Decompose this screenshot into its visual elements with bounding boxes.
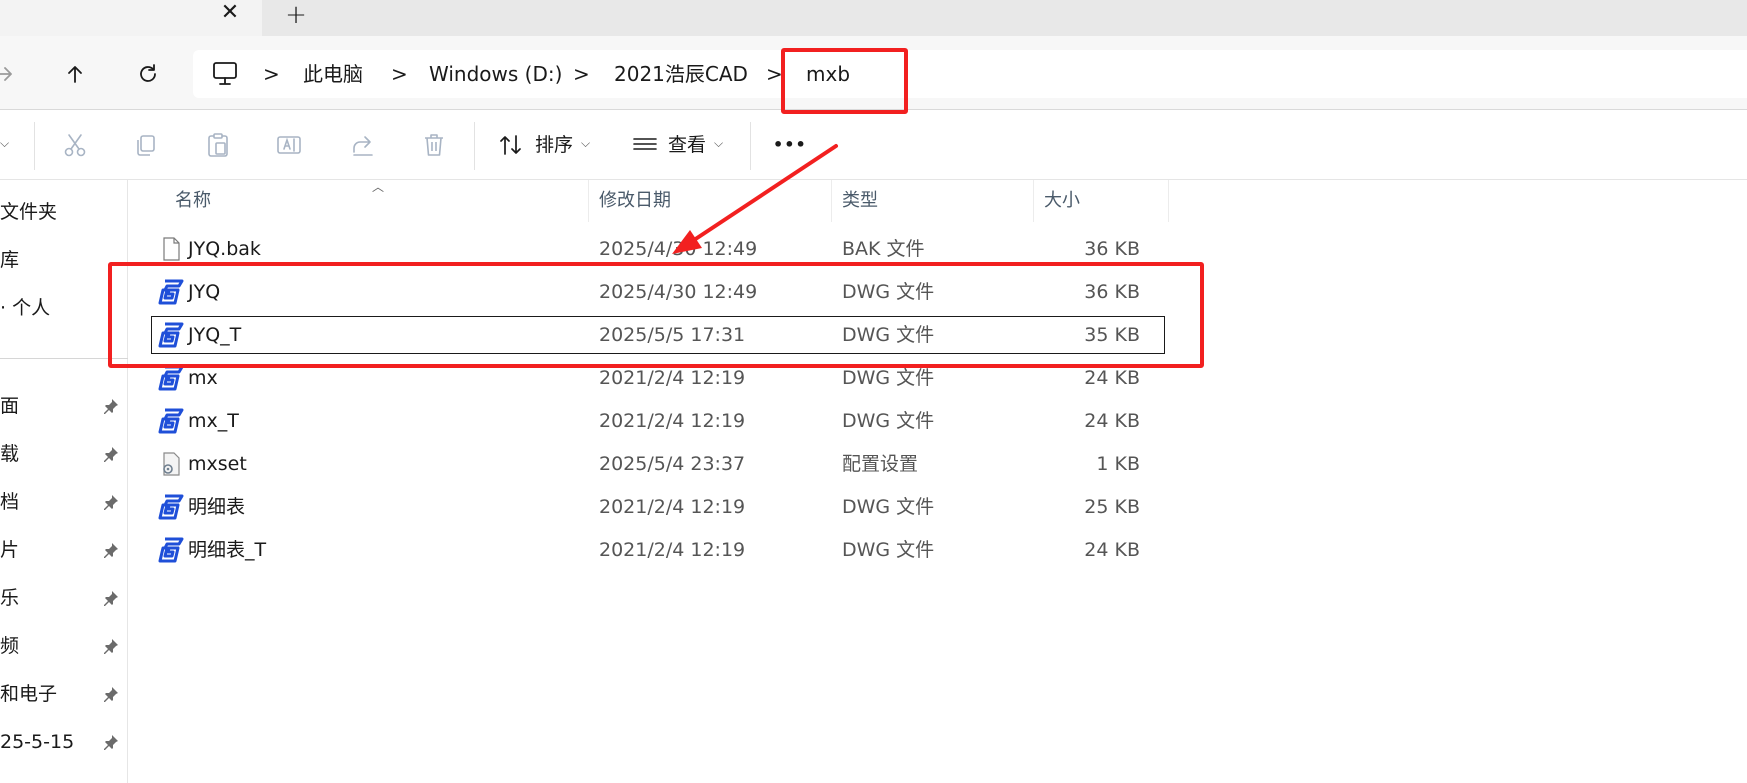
sidebar-item-folders[interactable]: 文件夹 [0, 194, 128, 230]
settings-file-icon [163, 452, 180, 476]
file-size: 1 KB [1096, 453, 1140, 475]
column-header-type[interactable]: 类型 [832, 180, 1034, 222]
copy-icon[interactable] [133, 132, 159, 158]
list-item[interactable]: 明细表_T 2021/2/4 12:19 DWG 文件 24 KB [152, 532, 1164, 568]
sidebar-item-documents[interactable]: 档 [0, 484, 128, 520]
sidebar-item-videos[interactable]: 频 [0, 628, 128, 664]
command-bar: ⌵ 排序 ⌵ 查看 ⌵ ••• [0, 110, 1747, 180]
file-type: DWG 文件 [842, 496, 935, 518]
file-name: mxset [188, 453, 247, 475]
chevron-down-icon[interactable]: ⌵ [714, 136, 723, 151]
file-date: 2021/2/4 12:19 [599, 539, 746, 561]
gstarcad-dwg-icon [158, 537, 184, 563]
gstarcad-dwg-icon [158, 494, 184, 520]
annotation-highlight-files [108, 262, 1204, 368]
refresh-button[interactable] [130, 56, 166, 92]
view-button[interactable]: 查看 [668, 132, 706, 158]
file-name: 明细表_T [188, 539, 267, 561]
file-type: DWG 文件 [842, 539, 935, 561]
sort-button[interactable]: 排序 [535, 132, 573, 158]
gstarcad-dwg-icon [158, 365, 184, 391]
column-header-date[interactable]: 修改日期 [589, 180, 832, 222]
sidebar-item-label: 乐 [0, 587, 20, 609]
toolbar-divider [34, 122, 35, 170]
forward-button[interactable] [0, 56, 22, 92]
address-bar[interactable]: > 此电脑 > Windows (D:) > 2021浩辰CAD > mxb [193, 50, 1747, 98]
sidebar-item-label: 面 [0, 395, 20, 417]
chevron-down-icon[interactable]: ⌵ [581, 136, 590, 151]
pin-icon [104, 399, 118, 414]
breadcrumb-separator[interactable]: > [573, 60, 590, 88]
chevron-down-icon[interactable]: ⌵ [0, 136, 9, 151]
pin-icon [104, 735, 118, 750]
file-date: 2021/2/4 12:19 [599, 496, 746, 518]
sort-ascending-icon: ︿ [372, 180, 385, 194]
gstarcad-dwg-icon [158, 408, 184, 434]
sidebar-item-label: 25-5-15 [0, 731, 75, 753]
tab-strip: ✕ + [0, 0, 1747, 36]
pin-icon [104, 543, 118, 558]
delete-icon[interactable] [421, 132, 447, 158]
breadcrumb-gstarcad-folder[interactable]: 2021浩辰CAD [614, 60, 748, 88]
breadcrumb-drive-d[interactable]: Windows (D:) [429, 60, 562, 88]
sidebar-item-label: 档 [0, 491, 20, 513]
list-item[interactable]: 明细表 2021/2/4 12:19 DWG 文件 25 KB [152, 489, 1164, 525]
file-size: 24 KB [1084, 539, 1140, 561]
annotation-highlight-address [781, 48, 908, 114]
pin-icon [104, 495, 118, 510]
file-date: 2021/2/4 12:19 [599, 410, 746, 432]
sidebar-item-label: 频 [0, 635, 20, 657]
sidebar-item-label: 库 [0, 249, 20, 271]
new-tab-button[interactable]: + [282, 1, 310, 29]
file-type: 配置设置 [842, 453, 919, 475]
sidebar-item-downloads[interactable]: 载 [0, 436, 128, 472]
close-tab-icon[interactable]: ✕ [218, 1, 242, 25]
file-date: 2025/5/4 23:37 [599, 453, 746, 475]
sidebar-item-label: · 个人 [0, 297, 51, 319]
pin-icon [104, 639, 118, 654]
pin-icon [104, 591, 118, 606]
sidebar-item-label: 和电子 [0, 683, 58, 705]
file-name: mx_T [188, 410, 239, 432]
list-item[interactable]: mx_T 2021/2/4 12:19 DWG 文件 24 KB [152, 403, 1164, 439]
column-header-row: 名称 修改日期 类型 大小 [130, 180, 1170, 222]
up-button[interactable] [57, 56, 93, 92]
sidebar-item-desktop[interactable]: 面 [0, 388, 128, 424]
sort-icon[interactable] [498, 132, 524, 158]
refresh-icon [140, 64, 156, 82]
breadcrumb-separator[interactable]: > [263, 60, 280, 88]
sidebar-item-label: 文件夹 [0, 201, 58, 223]
file-size: 25 KB [1084, 496, 1140, 518]
sidebar-item-label: 载 [0, 443, 20, 465]
rename-icon[interactable] [276, 132, 302, 158]
pin-icon [104, 447, 118, 462]
more-options-button[interactable]: ••• [773, 132, 807, 158]
sidebar-item-date-folder[interactable]: 25-5-15 [0, 724, 128, 760]
sidebar-item-pictures[interactable]: 片 [0, 532, 128, 568]
breadcrumb-this-pc[interactable]: 此电脑 [303, 60, 363, 88]
column-header-size[interactable]: 大小 [1034, 180, 1169, 222]
share-icon[interactable] [350, 132, 376, 158]
file-explorer-window: ✕ + > 此电脑 > Windows (D:) > 2021浩辰CAD > m… [0, 0, 1747, 783]
sidebar-item-electronics[interactable]: 和电子 [0, 676, 128, 712]
arrow-right-icon [0, 67, 12, 81]
sidebar-item-label: 片 [0, 539, 20, 561]
cut-icon[interactable] [62, 132, 88, 158]
breadcrumb-separator[interactable]: > [391, 60, 408, 88]
file-size: 24 KB [1084, 410, 1140, 432]
computer-icon[interactable] [211, 61, 239, 87]
toolbar-divider [750, 122, 751, 170]
view-list-icon[interactable] [632, 132, 658, 158]
sidebar-item-music[interactable]: 乐 [0, 580, 128, 616]
pin-icon [104, 687, 118, 702]
list-item[interactable]: mxset 2025/5/4 23:37 配置设置 1 KB [152, 446, 1164, 482]
blank-file-icon [163, 237, 180, 261]
toolbar-divider [474, 122, 475, 170]
arrow-up-icon [68, 66, 82, 83]
file-name: 明细表 [188, 496, 246, 518]
file-type: DWG 文件 [842, 410, 935, 432]
paste-icon[interactable] [205, 132, 231, 158]
